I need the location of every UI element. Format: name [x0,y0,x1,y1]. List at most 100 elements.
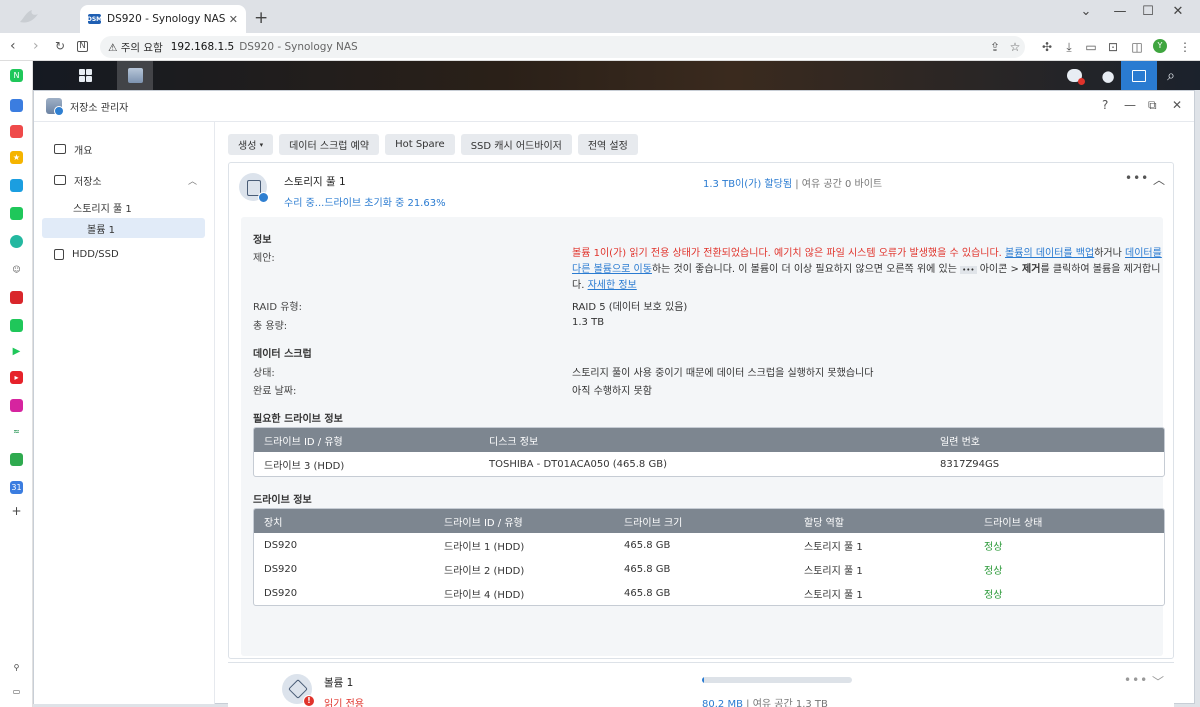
table-cell: 8317Z94GS [940,458,1000,470]
news-app-icon[interactable] [10,291,23,304]
calendar-31-icon[interactable]: 31 [10,481,23,494]
volume-expand-icon[interactable]: ﹀ [1152,673,1165,690]
chat-app-icon[interactable] [10,207,23,220]
required-drive-table: 드라이브 ID / 유형 디스크 정보 일련 번호 드라이브 3 (HDD) T… [253,427,1165,477]
search-button[interactable]: ⌕ [1153,61,1189,90]
nav-storage-label: 저장소 [74,176,102,188]
table-cell: 465.8 GB [624,539,671,551]
volume-status: 읽기 전용 [324,699,364,707]
pool-name: 스토리지 풀 1 [284,176,346,188]
raid-type-label: RAID 유형: [253,302,302,313]
table-cell: 드라이브 4 (HDD) [444,589,525,601]
reload-icon[interactable]: ↻ [55,39,65,53]
volume-card[interactable]: ! 볼륨 1 읽기 전용 80.2 MB | 여유 공간 1.3 TB ••• … [228,662,1174,707]
storage-nav: 개요 저장소 ︿ 스토리지 풀 1 볼륨 1 HDD/SSD [34,122,215,704]
scrub-completed-label: 완료 날짜: [253,386,297,397]
ssd-cache-advisor-button[interactable]: SSD 캐시 어드바이저 [460,134,572,155]
security-warning[interactable]: ⚠ 주의 요함 [108,40,163,55]
nav-storage-pool[interactable]: 스토리지 풀 1 [42,197,205,217]
sidebar-settings-icon[interactable]: ▭ [10,685,23,698]
backup-volume-link[interactable]: 볼륨의 데이터를 백업 [1005,248,1094,259]
column-header: 드라이브 ID / 유형 [264,436,343,448]
browser-tab[interactable]: DSM DS920 - Synology NAS ✕ [80,5,246,33]
close-window-icon[interactable]: ✕ [1158,4,1198,19]
pin-icon[interactable]: ⚲ [10,661,23,674]
table-row[interactable]: DS920 드라이브 4 (HDD) 465.8 GB 스토리지 풀 1 정상 [254,581,1164,605]
hot-spare-button[interactable]: Hot Spare [385,134,455,155]
caret-down-icon: ▾ [259,140,264,149]
youtube-app-icon[interactable]: ▸ [10,371,23,384]
volume-usage-fill [702,677,704,683]
notifications-button[interactable] [1056,61,1092,90]
share-icon[interactable]: ⇪ [988,40,1002,54]
overview-icon [54,144,66,154]
nav-volume[interactable]: 볼륨 1 [42,218,205,238]
edge-app-icon[interactable] [10,179,23,192]
back-icon[interactable]: ‹ [10,38,16,54]
apps-grid-icon [78,69,92,82]
table-cell: TOSHIBA - DT01ACA050 (465.8 GB) [489,458,667,470]
window-minimize-icon[interactable]: — [1124,98,1136,112]
window-close-icon[interactable]: ✕ [1172,98,1182,112]
play-app-icon[interactable] [10,235,23,248]
pool-more-icon[interactable]: ••• [1125,171,1149,185]
volume-separator: | [746,699,750,707]
volume-more-icon[interactable]: ••• [1124,673,1148,687]
naver-app-icon[interactable]: N [10,69,23,82]
scrub-schedule-button[interactable]: 데이터 스크럽 예약 [279,134,380,155]
create-button[interactable]: 생성 ▾ [228,134,274,155]
extensions-icon[interactable]: ✣ [1040,40,1054,54]
bot-app-icon[interactable]: ☺ [10,263,23,276]
info-section-title: 정보 [253,235,272,246]
search-icon: ⌕ [1167,67,1175,84]
play-store-icon[interactable]: ▶ [10,345,23,358]
calendar-app-icon[interactable] [10,99,23,112]
address-input[interactable]: ⚠ 주의 요함 192.168.1.5 DS920 - Synology NAS [100,36,1025,58]
forward-icon[interactable]: › [33,38,39,54]
scrub-completed-value: 아직 수행하지 못함 [572,386,652,397]
favorites-app-icon[interactable]: ★ [10,151,23,164]
naver-icon[interactable]: N [77,41,88,52]
nav-storage[interactable]: 저장소 ︿ [42,170,205,190]
scrub-status-value: 스토리지 풀이 사용 중이기 때문에 데이터 스크럽을 실행하지 못했습니다 [572,368,874,379]
table-row[interactable]: DS920 드라이브 1 (HDD) 465.8 GB 스토리지 풀 1 정상 [254,533,1164,557]
new-tab-icon[interactable]: + [254,8,268,28]
add-app-icon[interactable]: + [10,505,23,518]
tab-close-icon[interactable]: ✕ [229,13,238,26]
nav-overview[interactable]: 개요 [42,139,205,159]
stocks-app-icon[interactable]: ≈ [10,425,23,438]
global-settings-button[interactable]: 전역 설정 [577,134,638,155]
video-icon[interactable]: ▭ [1084,40,1098,54]
table-cell: DS920 [264,587,298,599]
more-info-link[interactable]: 자세한 정보 [588,280,637,291]
pool-status: 수리 중...드라이브 초기화 중 21.63% [284,198,446,209]
error-badge-icon: ! [303,695,315,707]
bell-app-icon[interactable] [10,453,23,466]
menu-icon[interactable]: ⋮ [1178,40,1192,54]
table-row[interactable]: DS920 드라이브 2 (HDD) 465.8 GB 스토리지 풀 1 정상 [254,557,1164,581]
chevron-up-icon[interactable]: ︿ [188,174,197,187]
advice-text: 볼륨 1이(가) 읽기 전용 상태가 전환되었습니다. 예기치 않은 파일 시스… [572,246,1164,294]
column-header: 드라이브 크기 [624,517,683,529]
tab-title: DS920 - Synology NAS [107,13,226,25]
pool-collapse-icon[interactable]: ︿ [1153,171,1166,188]
help-icon[interactable]: ? [1102,98,1108,112]
main-menu-button[interactable] [67,61,103,90]
bookmark-icon[interactable]: ☆ [1008,40,1022,54]
raid-type-value: RAID 5 (데이터 보호 있음) [572,302,688,313]
nav-hdd-ssd[interactable]: HDD/SSD [42,244,205,264]
widgets-button[interactable] [1121,61,1157,90]
mail-app-icon[interactable] [10,125,23,138]
storage-manager-task-button[interactable] [117,61,153,90]
download-icon[interactable]: ⤓ [1062,40,1076,54]
nav-volume-label: 볼륨 1 [87,224,115,236]
capture-icon[interactable]: ⊡ [1106,40,1120,54]
nav-hdd-ssd-label: HDD/SSD [72,248,119,260]
table-cell: 스토리지 풀 1 [804,589,863,601]
window-restore-icon[interactable]: ⧉ [1148,98,1157,113]
line-app-icon[interactable] [10,319,23,332]
instagram-app-icon[interactable] [10,399,23,412]
table-row[interactable]: 드라이브 3 (HDD) TOSHIBA - DT01ACA050 (465.8… [254,452,1164,476]
profile-avatar[interactable]: Y [1153,39,1167,53]
sidebar-toggle-icon[interactable]: ◫ [1130,40,1144,54]
